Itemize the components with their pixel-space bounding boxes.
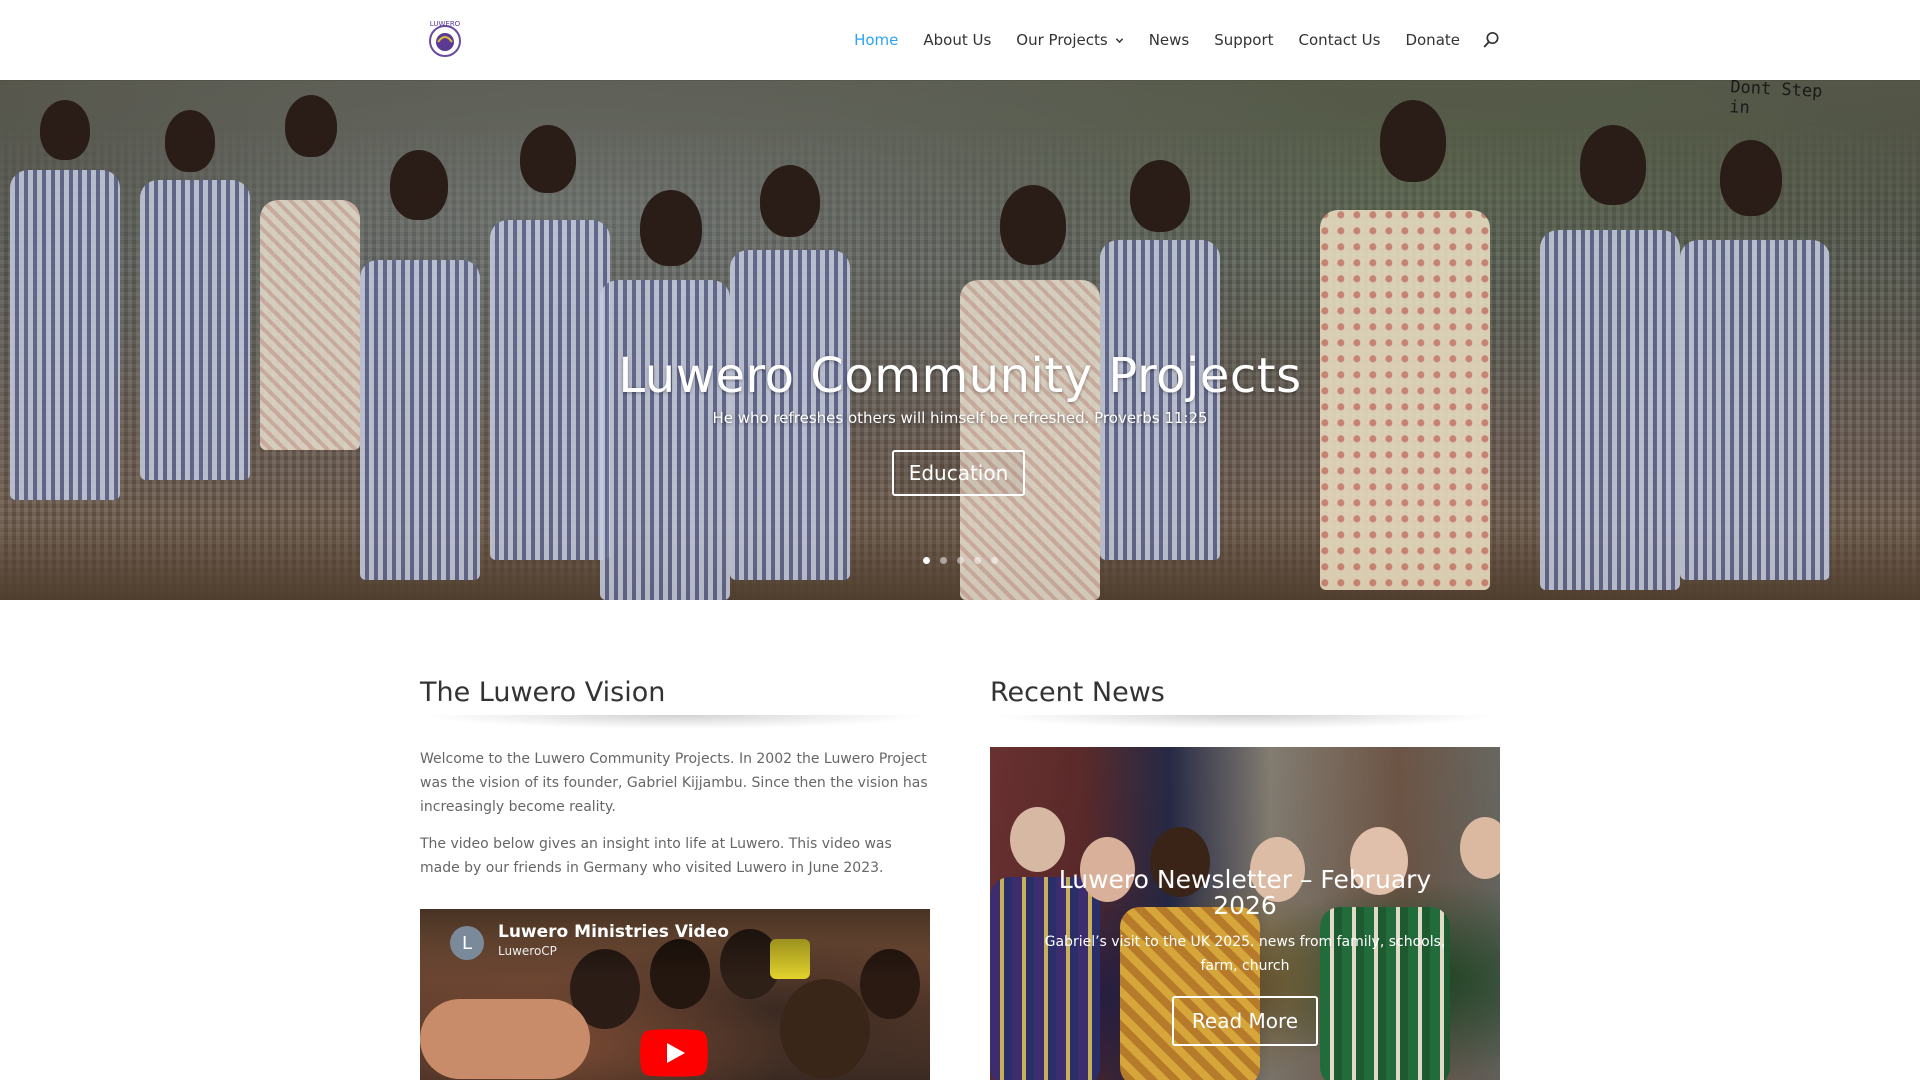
read-more-button[interactable]: Read More <box>1172 996 1318 1046</box>
news-card[interactable]: Luwero Newsletter – February 2026 Gabrie… <box>990 747 1500 1080</box>
nav-contact-us[interactable]: Contact Us <box>1299 31 1381 49</box>
channel-avatar[interactable]: L <box>450 926 484 960</box>
news-divider <box>990 715 1500 729</box>
youtube-play-icon[interactable] <box>640 1029 708 1077</box>
video-title[interactable]: Luwero Ministries Video <box>498 922 729 942</box>
vision-heading: The Luwero Vision <box>420 677 666 708</box>
slider-dot-4[interactable] <box>974 557 981 564</box>
nav-about-us[interactable]: About Us <box>923 31 991 49</box>
site-logo[interactable]: LUWERO <box>424 18 466 60</box>
slider-dot-3[interactable] <box>957 557 964 564</box>
vision-divider <box>420 715 930 729</box>
nav-news[interactable]: News <box>1149 31 1190 49</box>
news-card-excerpt: Gabriel’s visit to the UK 2025. news fro… <box>1044 934 1446 974</box>
hero-subtitle: He who refreshes others will himself be … <box>712 409 1208 427</box>
youtube-video-embed[interactable]: L Luwero Ministries Video LuweroCP <box>420 909 930 1080</box>
slider-dot-2[interactable] <box>940 557 947 564</box>
video-channel-name: LuweroCP <box>498 944 557 958</box>
nav-home[interactable]: Home <box>854 31 898 49</box>
nav-donate[interactable]: Donate <box>1405 31 1460 49</box>
news-card-title[interactable]: Luwero Newsletter – February 2026 <box>1030 867 1460 919</box>
nav-our-projects[interactable]: Our Projects <box>1016 31 1123 49</box>
site-header: LUWERO Home About Us Our Projects News S… <box>0 0 1920 80</box>
nav-support[interactable]: Support <box>1214 31 1273 49</box>
slider-pagination <box>923 557 998 564</box>
recent-news-heading: Recent News <box>990 677 1165 708</box>
hero-background-sign: Dont Step in <box>1728 80 1823 119</box>
vision-paragraph-1: Welcome to the Luwero Community Projects… <box>420 751 928 815</box>
svg-text:LUWERO: LUWERO <box>430 20 461 28</box>
slider-dot-5[interactable] <box>991 557 998 564</box>
hero-slider: Dont Step in Luwero Community Projects H… <box>0 80 1920 600</box>
education-button[interactable]: Education <box>892 450 1025 496</box>
chevron-down-icon <box>1115 37 1123 43</box>
hero-title: Luwero Community Projects <box>618 348 1302 404</box>
vision-paragraph-2: The video below gives an insight into li… <box>420 836 892 876</box>
video-header-bar <box>420 909 930 979</box>
search-icon[interactable] <box>1482 31 1500 49</box>
slider-dot-1[interactable] <box>923 557 930 564</box>
main-nav: Home About Us Our Projects News Support … <box>829 0 1500 80</box>
